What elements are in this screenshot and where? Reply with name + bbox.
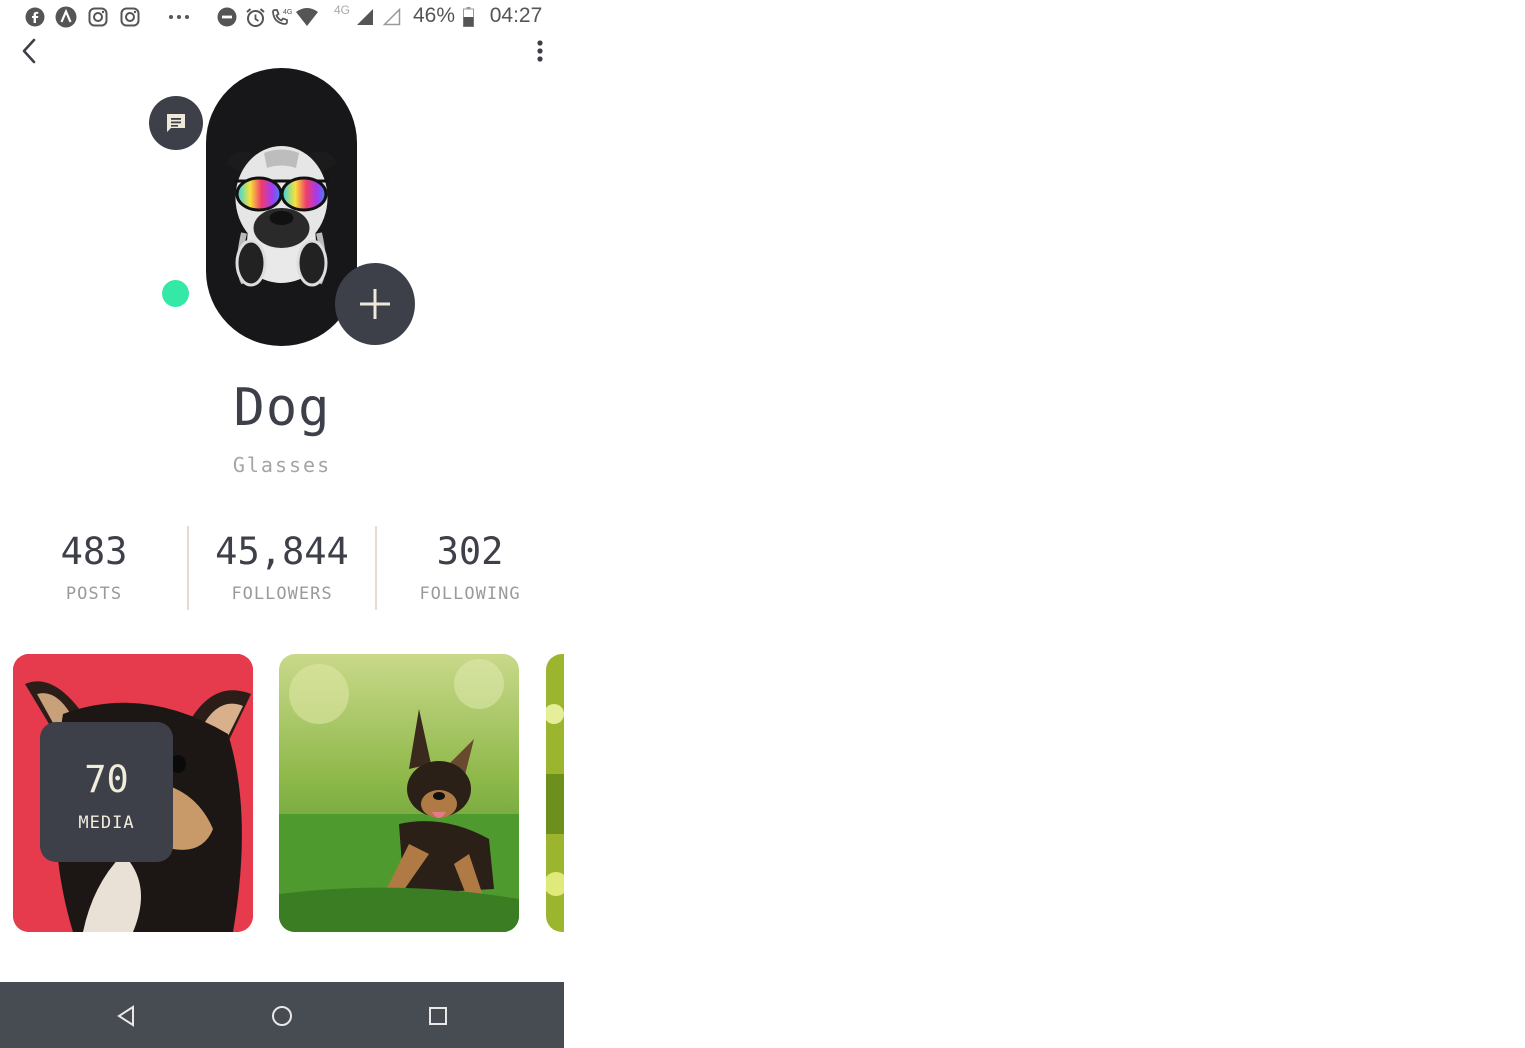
stat-posts[interactable]: 483 POSTS — [0, 528, 188, 604]
status-time: 04:27 — [489, 4, 543, 27]
a-icon — [55, 5, 77, 29]
online-status-indicator — [162, 280, 189, 307]
chevron-left-icon — [22, 38, 36, 64]
status-bar: 4G 4G 46% 04:27 — [0, 0, 564, 34]
do-not-disturb-icon — [216, 5, 238, 29]
nav-recents-button[interactable] — [418, 996, 458, 1036]
profile-subtitle: Glasses — [232, 453, 332, 477]
alarm-icon — [244, 5, 266, 29]
partial-photo — [546, 654, 564, 932]
media-card-puppy[interactable] — [279, 654, 519, 932]
stat-followers[interactable]: 45,844 FOLLOWERS — [188, 528, 376, 604]
instagram-icon — [119, 5, 141, 29]
stat-value: 483 — [60, 530, 128, 573]
phone-screen: 4G 4G 46% 04:27 Dog Glasses 483 POSTS 45… — [0, 0, 564, 1048]
system-nav-bar — [0, 982, 564, 1048]
wifi-icon — [295, 5, 319, 29]
back-button[interactable] — [14, 36, 44, 66]
more-options-button[interactable] — [526, 36, 554, 66]
stat-label: FOLLOWING — [419, 584, 521, 604]
instagram-icon — [87, 5, 109, 29]
stat-following[interactable]: 302 FOLLOWING — [376, 528, 564, 604]
chat-icon — [167, 114, 185, 132]
more-dots-icon — [166, 5, 192, 29]
stat-label: FOLLOWERS — [231, 584, 333, 604]
svg-text:4G: 4G — [283, 9, 292, 16]
facebook-icon — [24, 5, 46, 29]
stat-value: 45,844 — [215, 530, 349, 573]
volte-call-icon: 4G — [270, 5, 294, 29]
media-card-partial[interactable] — [546, 654, 564, 932]
nav-back-button[interactable] — [106, 996, 146, 1036]
media-label: MEDIA — [78, 813, 135, 833]
network-type-label: 4G — [333, 3, 350, 17]
media-count-badge[interactable]: 70 MEDIA — [40, 722, 173, 862]
german-shepherd-puppy-photo — [279, 654, 519, 932]
stat-label: POSTS — [65, 584, 123, 604]
profile-name: Dog — [233, 378, 331, 438]
add-button[interactable] — [335, 263, 415, 345]
stat-value: 302 — [436, 530, 504, 573]
battery-percent: 46% — [412, 4, 456, 27]
signal-empty-icon — [382, 5, 402, 29]
nav-home-button[interactable] — [262, 996, 302, 1036]
message-button[interactable] — [149, 96, 203, 150]
square-recents-icon — [429, 1007, 447, 1025]
plus-icon — [360, 289, 390, 319]
media-count: 70 — [84, 758, 129, 801]
battery-icon — [461, 5, 475, 29]
circle-home-icon — [272, 1006, 292, 1026]
triangle-back-icon — [117, 1005, 134, 1027]
signal-icon — [355, 5, 375, 29]
more-vert-icon — [537, 40, 543, 62]
